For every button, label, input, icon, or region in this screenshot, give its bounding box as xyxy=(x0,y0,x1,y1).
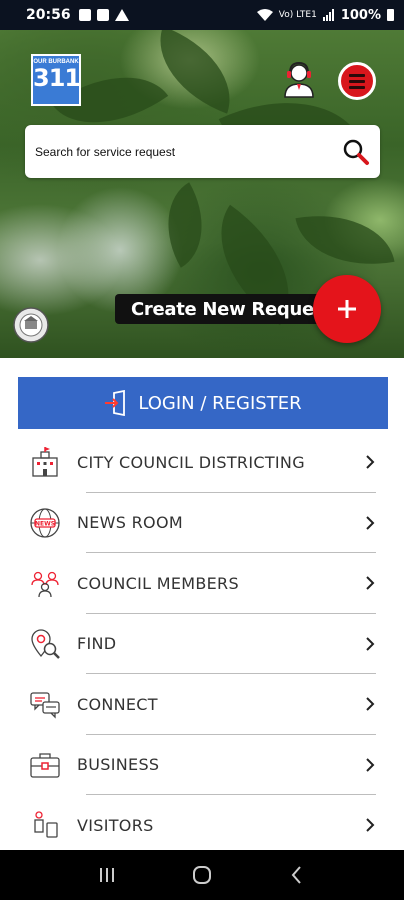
support-agent-icon[interactable] xyxy=(281,60,317,98)
chevron-right-icon xyxy=(366,697,375,711)
menu-item-label: NEWS ROOM xyxy=(77,513,183,533)
visitors-icon xyxy=(28,808,62,842)
chevron-right-icon xyxy=(366,637,375,651)
menu-item-label: VISITORS xyxy=(77,815,154,835)
hamburger-menu-button[interactable] xyxy=(338,62,376,100)
menu-item-visitors[interactable]: VISITORS xyxy=(0,795,404,850)
council-members-icon xyxy=(28,566,62,600)
chevron-right-icon xyxy=(366,818,375,832)
city-seal-icon xyxy=(13,307,49,343)
building-icon xyxy=(28,445,62,479)
menu-item-label: CONNECT xyxy=(77,694,158,714)
message-notification-icon xyxy=(96,9,109,21)
recent-apps-button[interactable] xyxy=(92,860,122,890)
login-door-icon xyxy=(105,390,126,416)
menu-item-news-room[interactable]: NEWS NEWS ROOM xyxy=(0,493,404,553)
wifi-icon xyxy=(256,9,273,21)
hero-banner: OUR BURBANK 311 Create New Request xyxy=(0,30,404,358)
status-time: 20:56 xyxy=(26,7,71,23)
svg-text:NEWS: NEWS xyxy=(35,520,55,527)
back-icon xyxy=(291,866,301,884)
find-location-icon xyxy=(28,627,62,661)
menu-bar xyxy=(349,73,365,77)
image-notification-icon xyxy=(78,9,91,21)
status-indicators: Vo) LTE1 100% xyxy=(256,7,394,23)
menu-item-city-council-districting[interactable]: CITY COUNCIL DISTRICTING xyxy=(0,432,404,493)
login-register-label: LOGIN / REGISTER xyxy=(138,392,302,414)
leaf-decoration xyxy=(145,182,225,268)
menu-item-council-members[interactable]: COUNCIL MEMBERS xyxy=(0,553,404,614)
system-nav-bar xyxy=(0,850,404,900)
chevron-right-icon xyxy=(366,516,375,530)
create-request-button[interactable] xyxy=(313,275,381,343)
menu-bar xyxy=(349,79,365,83)
news-globe-icon: NEWS xyxy=(28,506,62,540)
notification-icons xyxy=(78,9,129,21)
menu-item-find[interactable]: FIND xyxy=(0,614,404,674)
home-button[interactable] xyxy=(187,860,217,890)
recent-apps-icon xyxy=(100,868,115,882)
search-icon[interactable] xyxy=(342,138,370,166)
menu-list: CITY COUNCIL DISTRICTING NEWS NEWS ROOM … xyxy=(0,432,404,850)
search-bar[interactable] xyxy=(25,125,380,178)
app-logo[interactable]: OUR BURBANK 311 xyxy=(31,54,81,106)
battery-icon xyxy=(387,9,394,21)
menu-item-connect[interactable]: CONNECT xyxy=(0,674,404,735)
main-content: LOGIN / REGISTER CITY COUNCIL DISTRICTIN… xyxy=(0,358,404,850)
warning-notification-icon xyxy=(114,9,129,21)
login-register-button[interactable]: LOGIN / REGISTER xyxy=(18,377,388,429)
home-icon xyxy=(192,866,211,884)
signal-icon xyxy=(322,9,334,21)
signal-text: Vo) LTE1 xyxy=(278,9,317,20)
menu-item-label: CITY COUNCIL DISTRICTING xyxy=(77,452,305,472)
menu-item-business[interactable]: BUSINESS xyxy=(0,735,404,795)
briefcase-icon xyxy=(28,748,62,782)
logo-number: 311 xyxy=(33,64,81,92)
battery-percent: 100% xyxy=(340,7,381,23)
plus-icon xyxy=(338,300,356,318)
menu-bar xyxy=(349,85,365,89)
menu-item-label: COUNCIL MEMBERS xyxy=(77,573,239,593)
menu-item-label: FIND xyxy=(77,634,117,654)
leaf-decoration xyxy=(295,202,395,278)
menu-item-label: BUSINESS xyxy=(77,755,160,775)
chevron-right-icon xyxy=(366,758,375,772)
chevron-right-icon xyxy=(366,576,375,590)
back-button[interactable] xyxy=(282,860,312,890)
chevron-right-icon xyxy=(366,455,375,469)
status-bar: 20:56 Vo) LTE1 100% xyxy=(0,0,404,30)
search-input[interactable] xyxy=(35,144,325,159)
chat-bubbles-icon xyxy=(28,687,62,721)
